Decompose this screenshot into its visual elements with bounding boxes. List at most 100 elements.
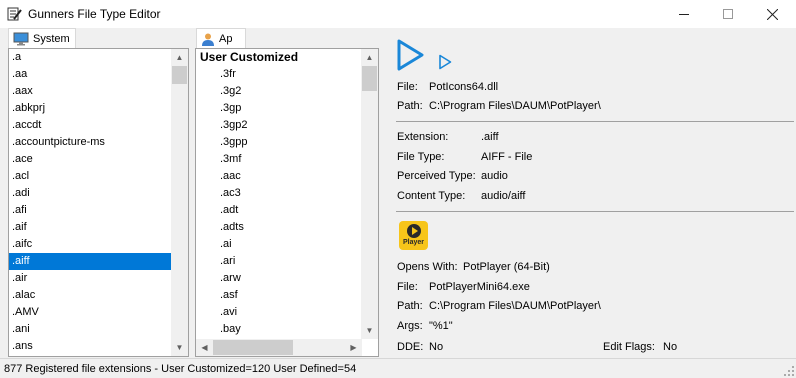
extension-value: .aiff bbox=[481, 131, 499, 143]
edit-flags-label: Edit Flags: bbox=[603, 341, 655, 353]
tab-app[interactable]: Ap bbox=[196, 28, 246, 48]
potplayer-icon-text: Player bbox=[402, 239, 425, 246]
list-item[interactable]: .a bbox=[9, 49, 172, 66]
exe-file-value: PotPlayerMini64.exe bbox=[429, 281, 530, 293]
status-bar: 877 Registered file extensions - User Cu… bbox=[0, 358, 796, 378]
system-extension-list[interactable]: .a .aa .aax .abkprj .accdt .accountpicture-ms… bbox=[8, 48, 189, 357]
scroll-right-arrow-icon[interactable]: ▶ bbox=[345, 339, 362, 356]
list-item[interactable]: .afi bbox=[9, 202, 172, 219]
exe-file-row: File: PotPlayerMini64.exe bbox=[397, 281, 530, 293]
scroll-up-arrow-icon[interactable]: ▲ bbox=[171, 49, 188, 66]
details-pane: File: PotIcons64.dll Path: C:\Program Fi… bbox=[388, 28, 796, 358]
list-item[interactable]: .3gpp bbox=[196, 134, 362, 151]
args-row: Args: "%1" bbox=[397, 320, 453, 332]
list-item[interactable]: .ans bbox=[9, 338, 172, 355]
list-item[interactable]: .aax bbox=[9, 83, 172, 100]
resize-grip-icon[interactable] bbox=[784, 366, 794, 376]
user-icon bbox=[202, 33, 214, 46]
file-type-label: File Type: bbox=[397, 151, 445, 163]
list-item[interactable]: .acl bbox=[9, 168, 172, 185]
perceived-type-value: audio bbox=[481, 170, 508, 182]
list-item[interactable]: .ari bbox=[196, 253, 362, 270]
content-type-label: Content Type: bbox=[397, 190, 466, 202]
notepad-pencil-icon bbox=[7, 7, 22, 21]
dde-value: No bbox=[429, 341, 444, 353]
dde-label: DDE: bbox=[397, 341, 424, 353]
list-item[interactable]: .accdt bbox=[9, 117, 172, 134]
list-item[interactable]: .3mf bbox=[196, 151, 362, 168]
list-item[interactable]: .ace bbox=[9, 151, 172, 168]
content-type-row: Content Type: audio/aiff bbox=[397, 190, 525, 202]
list-item[interactable]: .AMV bbox=[9, 304, 172, 321]
opens-with-value: PotPlayer (64-Bit) bbox=[463, 261, 550, 273]
play-icon-large bbox=[397, 39, 424, 71]
tab-system[interactable]: System bbox=[8, 28, 76, 48]
maximize-button[interactable] bbox=[705, 0, 750, 28]
file-type-row: File Type: AIFF - File bbox=[397, 151, 532, 163]
extension-label: Extension: bbox=[397, 131, 449, 143]
monitor-icon bbox=[13, 32, 29, 45]
list-item[interactable]: .aif bbox=[9, 219, 172, 236]
exe-path-value: C:\Program Files\DAUM\PotPlayer\ bbox=[429, 300, 601, 312]
dde-row: DDE: No bbox=[397, 341, 443, 353]
scroll-thumb[interactable] bbox=[362, 66, 377, 91]
scroll-left-arrow-icon[interactable]: ◀ bbox=[196, 339, 213, 356]
list-item[interactable]: .3fr bbox=[196, 66, 362, 83]
list-item[interactable]: .3g2 bbox=[196, 83, 362, 100]
file-type-value: AIFF - File bbox=[481, 151, 533, 163]
list-item[interactable]: .ani bbox=[9, 321, 172, 338]
potplayer-app-icon: Player bbox=[399, 221, 428, 250]
list-item[interactable]: .adt bbox=[196, 202, 362, 219]
exe-file-label: File: bbox=[397, 281, 418, 293]
args-value: "%1" bbox=[429, 320, 453, 332]
list-item[interactable]: .adts bbox=[196, 219, 362, 236]
system-list-scrollbar[interactable]: ▲ ▼ bbox=[171, 49, 188, 356]
list-item[interactable]: .arw bbox=[196, 270, 362, 287]
list-item[interactable]: .3gp bbox=[196, 100, 362, 117]
icon-file-value: PotIcons64.dll bbox=[429, 81, 499, 93]
app-list-vscrollbar[interactable]: ▲ ▼ bbox=[361, 49, 378, 339]
list-item[interactable]: .3gp2 bbox=[196, 117, 362, 134]
minimize-button[interactable] bbox=[661, 0, 706, 28]
list-item[interactable]: .aifc bbox=[9, 236, 172, 253]
divider bbox=[396, 121, 794, 122]
icon-path-value: C:\Program Files\DAUM\PotPlayer\ bbox=[429, 100, 601, 112]
opens-with-label: Opens With: bbox=[397, 261, 458, 273]
args-label: Args: bbox=[397, 320, 423, 332]
exe-path-label: Path: bbox=[397, 300, 423, 312]
close-button[interactable] bbox=[750, 0, 795, 28]
scroll-thumb[interactable] bbox=[172, 66, 187, 84]
list-item[interactable]: .accountpicture-ms bbox=[9, 134, 172, 151]
list-item[interactable]: .aiff bbox=[9, 253, 172, 270]
list-item[interactable]: .aac bbox=[196, 168, 362, 185]
scroll-down-arrow-icon[interactable]: ▼ bbox=[361, 322, 378, 339]
scroll-thumb[interactable] bbox=[213, 340, 293, 355]
divider bbox=[396, 211, 794, 212]
app-list-hscrollbar[interactable]: ◀ ▶ bbox=[196, 339, 362, 356]
list-item[interactable]: .adi bbox=[9, 185, 172, 202]
extension-row: Extension: .aiff bbox=[397, 131, 499, 143]
opens-with-row: Opens With: PotPlayer (64-Bit) bbox=[397, 261, 550, 273]
app-list-items: User Customized .3fr .3g2.3gp .3gp2.3gpp .3… bbox=[196, 49, 362, 355]
tab-system-label: System bbox=[33, 32, 70, 45]
status-text: 877 Registered file extensions - User Cu… bbox=[4, 363, 357, 375]
list-item[interactable]: .aa bbox=[9, 66, 172, 83]
app-extension-list[interactable]: User Customized .3fr .3g2.3gp .3gp2.3gpp .3… bbox=[195, 48, 379, 357]
list-item[interactable]: .asf bbox=[196, 287, 362, 304]
content-type-value: audio/aiff bbox=[481, 190, 526, 202]
scroll-down-arrow-icon[interactable]: ▼ bbox=[171, 339, 188, 356]
title-bar: Gunners File Type Editor bbox=[0, 0, 796, 28]
list-item[interactable]: .ai bbox=[196, 236, 362, 253]
list-item[interactable]: .ac3 bbox=[196, 185, 362, 202]
list-item[interactable]: .bay bbox=[196, 321, 362, 338]
maximize-icon bbox=[722, 9, 733, 19]
edit-flags-value: No bbox=[663, 341, 678, 353]
icon-path-row: Path: C:\Program Files\DAUM\PotPlayer\ bbox=[397, 100, 601, 112]
list-group-header: User Customized bbox=[200, 50, 299, 64]
list-item[interactable]: .air bbox=[9, 270, 172, 287]
system-list-items: .a .aa .aax .abkprj .accdt .accountpicture-ms… bbox=[9, 49, 172, 355]
list-item[interactable]: .abkprj bbox=[9, 100, 172, 117]
scroll-up-arrow-icon[interactable]: ▲ bbox=[361, 49, 378, 66]
list-item[interactable]: .alac bbox=[9, 287, 172, 304]
list-item[interactable]: .avi bbox=[196, 304, 362, 321]
